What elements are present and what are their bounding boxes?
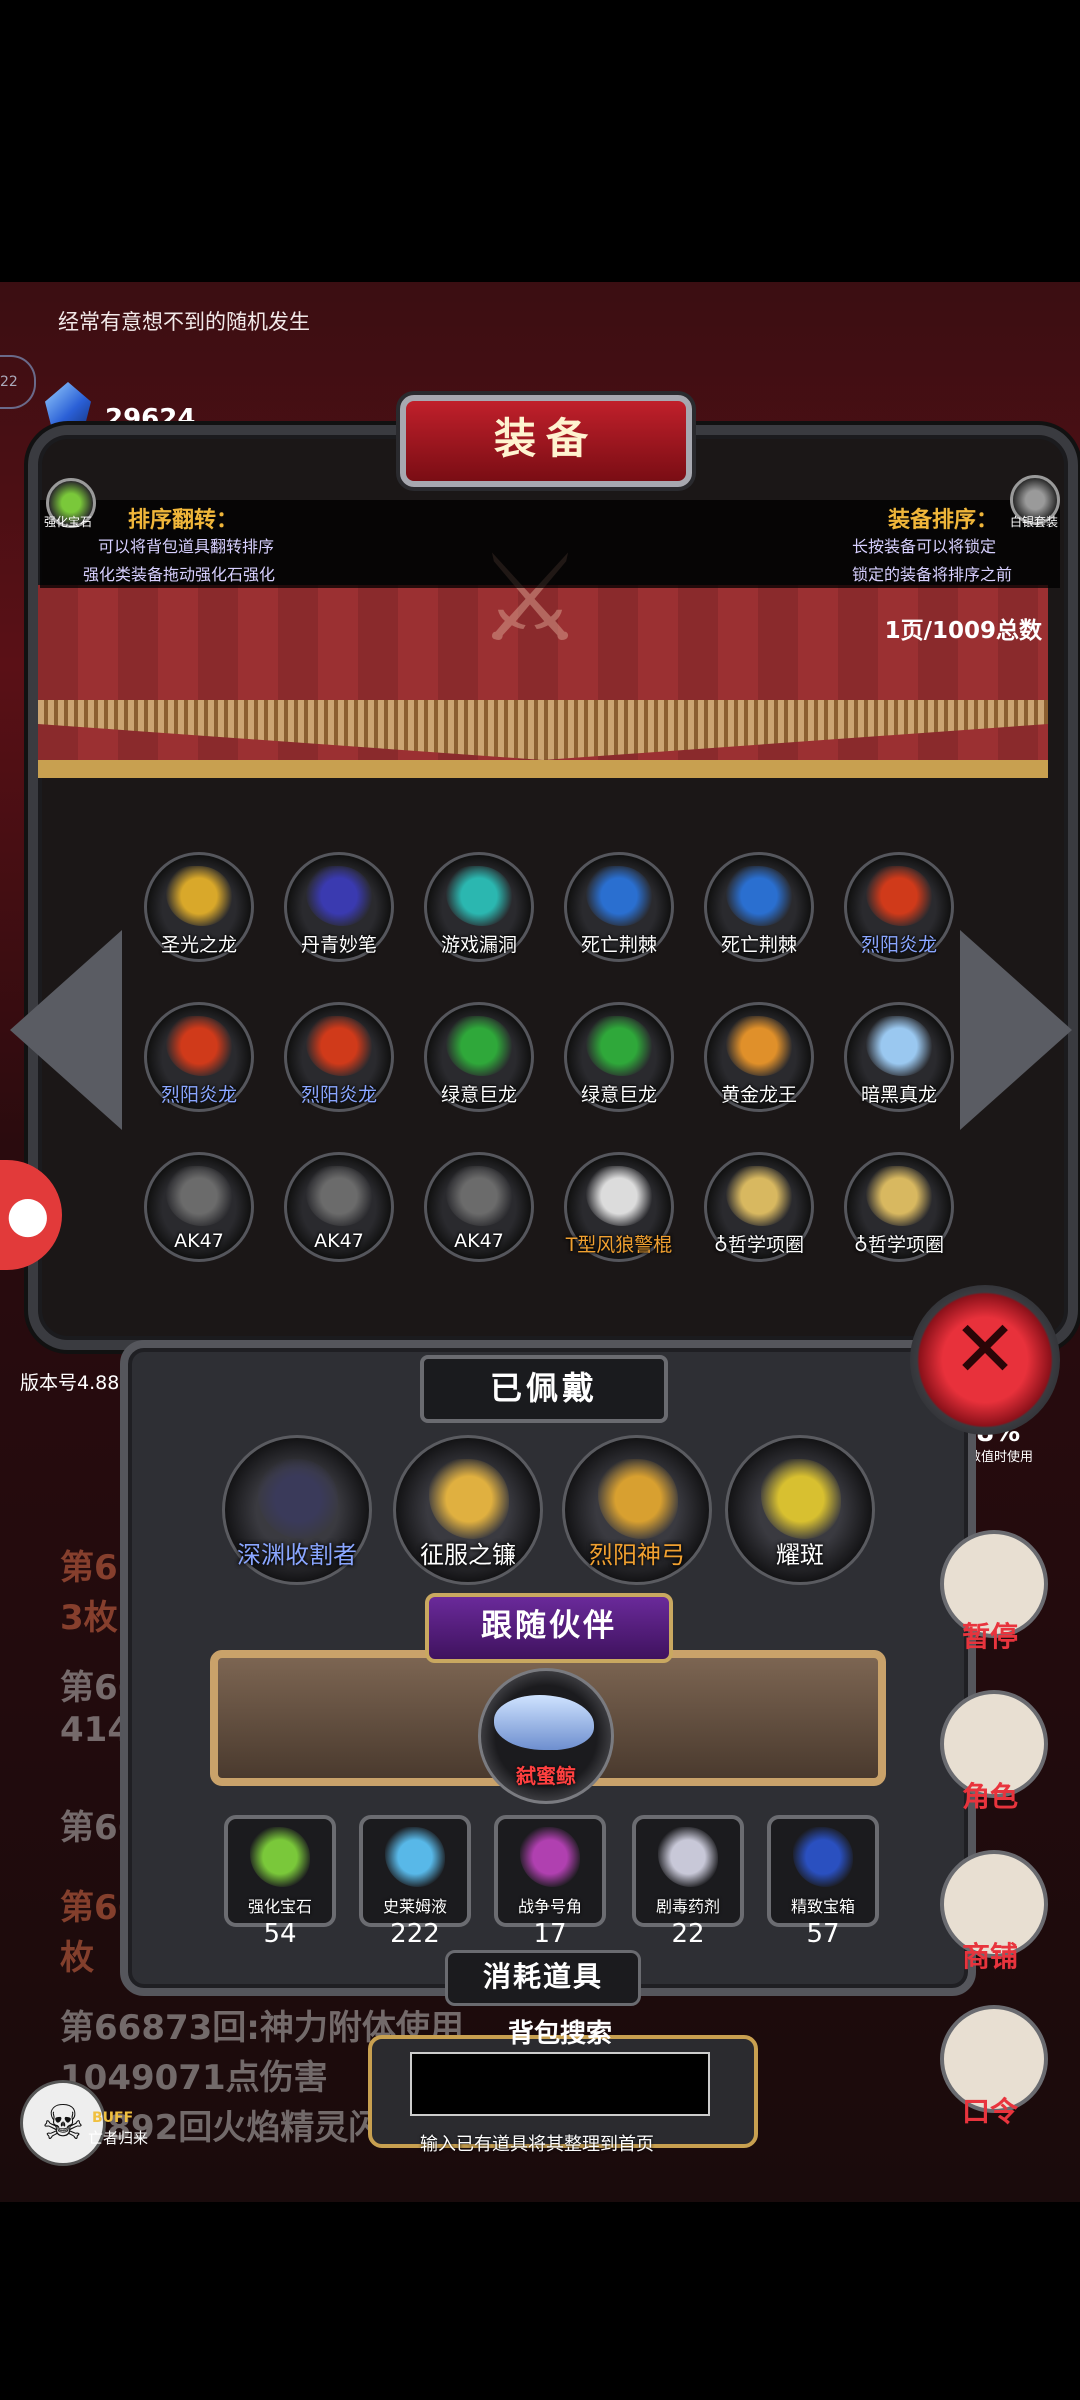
inventory-item-label: AK47	[454, 1230, 504, 1252]
consumable-slot[interactable]: 剧毒药剂 22	[628, 1815, 748, 1955]
inventory-slot[interactable]: AK47	[140, 1148, 258, 1266]
inventory-slot[interactable]: 游戏漏洞	[420, 848, 538, 966]
side-button-label: 暂停	[961, 1620, 1018, 1653]
inventory-item-label: 圣光之龙	[160, 934, 237, 956]
log-line: 枚	[60, 1938, 94, 1978]
buff-label: BUFF	[92, 2110, 134, 2126]
inventory-item-label: 游戏漏洞	[440, 934, 517, 956]
consumable-slot[interactable]: 战争号角 17	[490, 1815, 610, 1955]
buff-name: 亡者归来	[88, 2129, 149, 2147]
inventory-item-label: T型风狼警棍	[565, 1234, 673, 1256]
inventory-item-label: 烈阳炎龙	[860, 934, 937, 956]
inventory-item-label: 绿意巨龙	[440, 1084, 517, 1106]
consumable-name: 史莱姆液	[382, 1897, 447, 1916]
panel-title: 装备	[493, 414, 598, 463]
search-input[interactable]	[410, 2052, 710, 2116]
inventory-item-label: 死亡荆棘	[580, 934, 657, 956]
inventory-slot[interactable]: 暗黑真龙	[840, 998, 958, 1116]
side-button-label: 商铺	[961, 1940, 1018, 1973]
inventory-item-label: ♁哲学项圈	[714, 1234, 804, 1256]
user-icon: ●	[6, 1185, 50, 1243]
log-line: 3枚	[60, 1598, 118, 1638]
log-line: 1049071点伤害	[60, 2058, 328, 2098]
inventory-slot[interactable]: AK47	[420, 1148, 538, 1266]
equipped-slot[interactable]: 深渊收割者	[222, 1435, 372, 1585]
equipped-title: 已佩戴	[489, 1369, 598, 1407]
inventory-item-label: 黄金龙王	[720, 1084, 797, 1106]
consumable-slot[interactable]: 史莱姆液 222	[355, 1815, 475, 1955]
close-icon: ✕	[952, 1305, 1018, 1395]
inventory-slot[interactable]: 丹青妙笔	[280, 848, 398, 966]
inventory-slot[interactable]: 死亡荆棘	[560, 848, 678, 966]
inventory-slot[interactable]: 烈阳炎龙	[280, 998, 398, 1116]
inventory-slot[interactable]: AK47	[280, 1148, 398, 1266]
inventory-item-label: ♁哲学项圈	[854, 1234, 944, 1256]
version-label: 版本号4.88	[20, 1372, 120, 1394]
search-hint: 输入已有道具将其整理到首页	[420, 2134, 654, 2155]
consumable-count: 22	[671, 1919, 705, 1949]
page-count: 1页/1009总数	[884, 618, 1042, 644]
equipped-item-label: 耀斑	[776, 1541, 824, 1569]
inventory-slot[interactable]: 绿意巨龙	[420, 998, 538, 1116]
consumable-name: 剧毒药剂	[655, 1897, 720, 1916]
consumable-name: 精致宝箱	[790, 1897, 855, 1916]
log-line: 第6	[60, 1548, 118, 1588]
inventory-item-label: 绿意巨龙	[580, 1084, 657, 1106]
inventory-slot[interactable]: 绿意巨龙	[560, 998, 678, 1116]
consumable-count: 222	[390, 1919, 440, 1949]
armor-set-caption: 白银套装	[1010, 515, 1059, 529]
inventory-slot[interactable]: 烈阳炎龙	[140, 998, 258, 1116]
consumables-title: 消耗道具	[482, 1960, 603, 1993]
inventory-item-label: 烈阳炎龙	[300, 1084, 377, 1106]
inventory-item-label: 死亡荆棘	[720, 934, 797, 956]
search-label: 背包搜索	[507, 2019, 612, 2049]
equipment-sort-hint-1: 长按装备可以将锁定	[852, 537, 997, 556]
inventory-item-label: AK47	[314, 1230, 364, 1252]
inventory-slot[interactable]: ♁哲学项圈	[840, 1148, 958, 1266]
inventory-item-label: 烈阳炎龙	[160, 1084, 237, 1106]
inventory-slot[interactable]: ♁哲学项圈	[700, 1148, 818, 1266]
equipment-sort-hint-2: 锁定的装备将排序之前	[852, 565, 1013, 584]
inventory-item-label: AK47	[174, 1230, 224, 1252]
consumable-slot[interactable]: 强化宝石 54	[220, 1815, 340, 1955]
sort-reverse-hint-2: 强化类装备拖动强化石强化	[83, 565, 276, 584]
equipped-slot[interactable]: 烈阳神弓	[562, 1435, 712, 1585]
sort-reverse-hint-1: 可以将背包道具翻转排序	[98, 537, 275, 556]
side-button-label: 口令	[961, 2095, 1018, 2128]
consumable-count: 54	[263, 1919, 297, 1949]
inventory-item-label: 暗黑真龙	[860, 1084, 937, 1106]
marquee-text: 经常有意想不到的随机发生	[58, 310, 310, 334]
companion-title: 跟随伙伴	[481, 1608, 617, 1644]
inventory-slot[interactable]: T型风狼警棍	[560, 1148, 678, 1266]
side-button-label: 角色	[961, 1780, 1018, 1813]
enhance-gem-caption: 强化宝石	[44, 515, 93, 529]
consumable-name: 战争号角	[517, 1897, 582, 1916]
consumable-slot[interactable]: 精致宝箱 57	[763, 1815, 883, 1955]
inventory-slot[interactable]: 黄金龙王	[700, 998, 818, 1116]
consumable-count: 57	[806, 1919, 840, 1949]
inventory-item-label: 丹青妙笔	[300, 934, 377, 956]
consumable-count: 17	[533, 1919, 567, 1949]
inventory-slot[interactable]: 圣光之龙	[140, 848, 258, 966]
companion-name: 弑蜜鲸	[516, 1764, 576, 1788]
inventory-slot[interactable]: 死亡荆棘	[700, 848, 818, 966]
inventory-slot[interactable]: 烈阳炎龙	[840, 848, 958, 966]
equipped-slot[interactable]: 征服之镰	[393, 1435, 543, 1585]
consumable-name: 强化宝石	[247, 1897, 312, 1916]
sort-reverse-button[interactable]: 排序翻转：	[128, 502, 238, 534]
equipment-sort-button[interactable]: 装备排序：	[888, 502, 998, 534]
equipped-slot[interactable]: 耀斑	[725, 1435, 875, 1585]
